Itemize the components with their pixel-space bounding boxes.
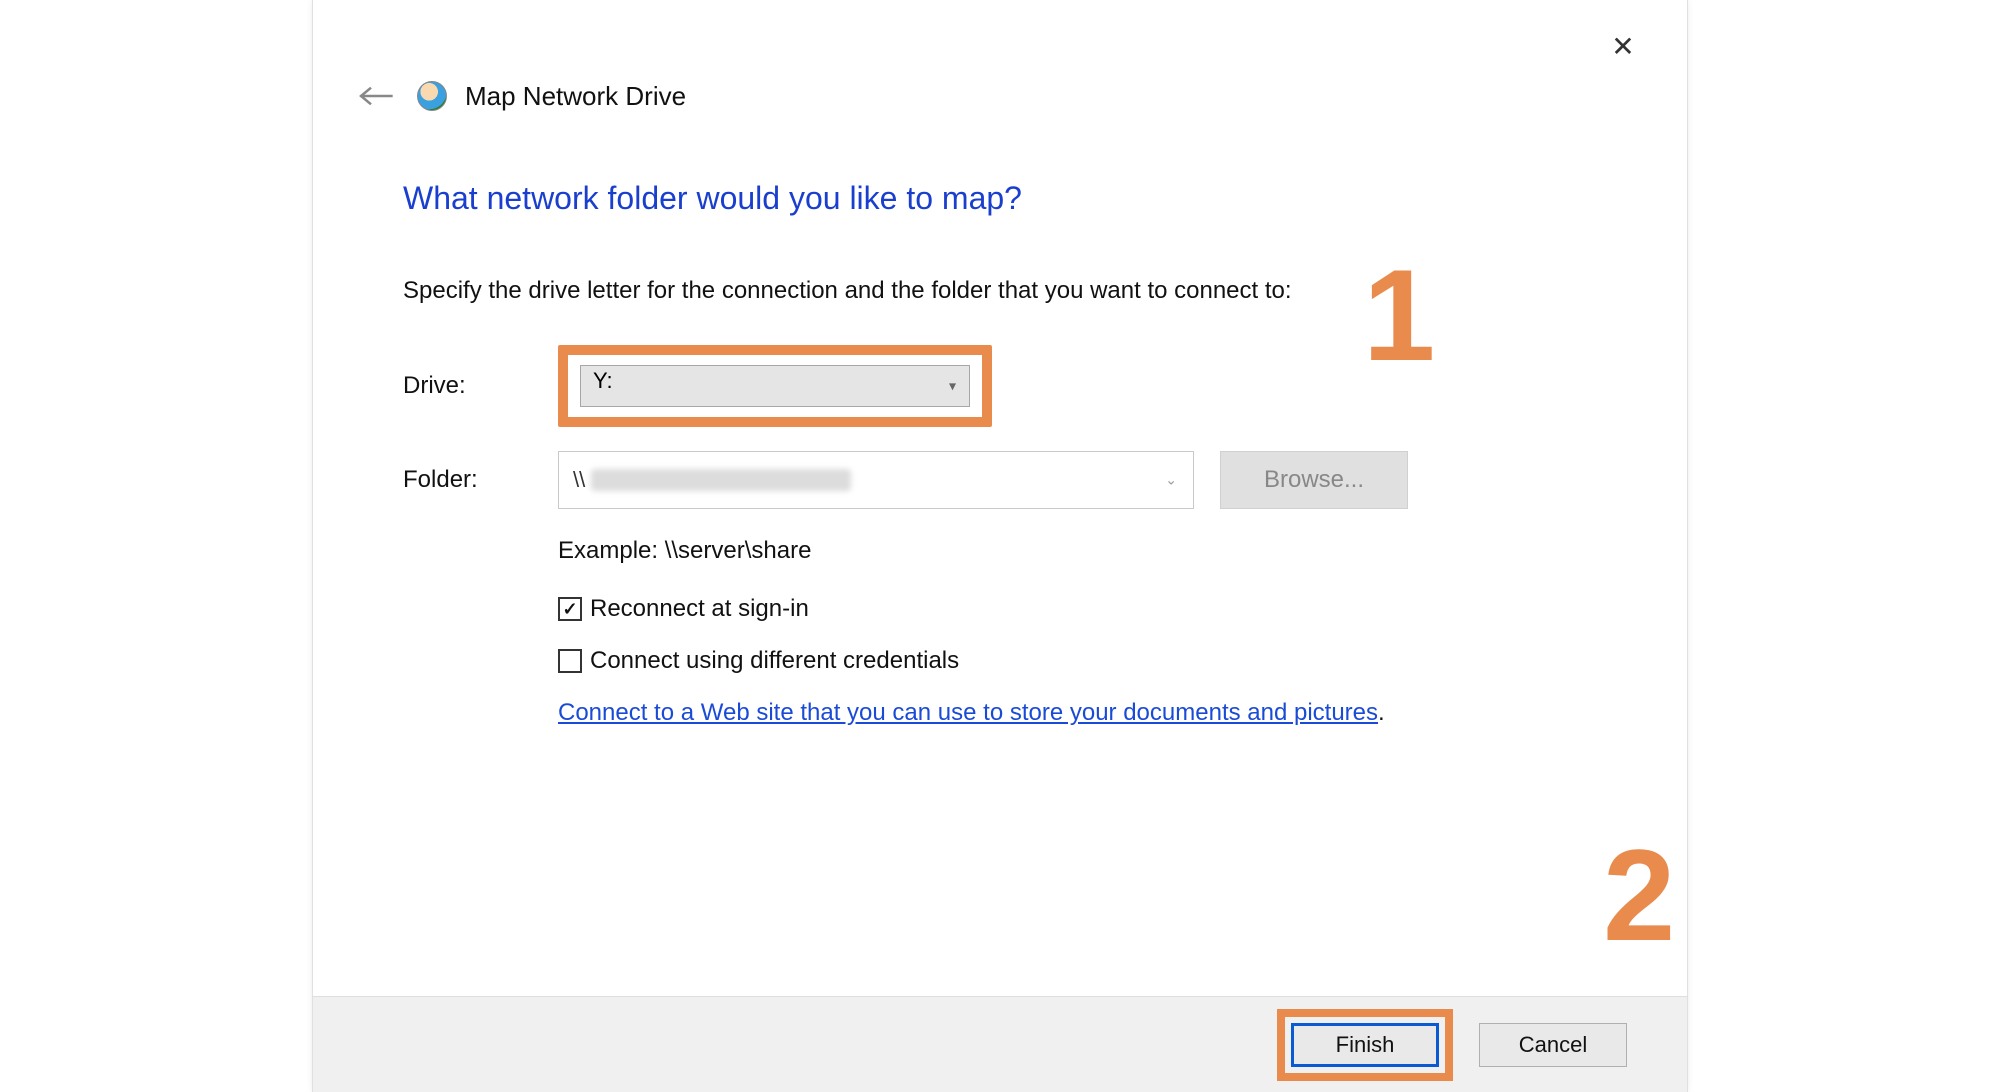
reconnect-row: Reconnect at sign-in: [558, 595, 1597, 623]
finish-highlight-box: Finish: [1277, 1009, 1453, 1081]
close-icon: ✕: [1611, 30, 1634, 63]
website-link-row: Connect to a Web site that you can use t…: [558, 699, 1597, 727]
example-text: Example: \\server\share: [558, 537, 1597, 565]
reconnect-label: Reconnect at sign-in: [590, 595, 809, 623]
close-button[interactable]: ✕: [1599, 22, 1647, 70]
cancel-button[interactable]: Cancel: [1479, 1023, 1627, 1067]
drive-value: Y:: [593, 368, 613, 393]
different-credentials-label: Connect using different credentials: [590, 647, 959, 675]
dialog-header: Map Network Drive: [353, 78, 686, 114]
back-button[interactable]: [353, 78, 399, 114]
drive-highlight-box: Y: ▾: [558, 345, 992, 427]
indented-options: Example: \\server\share Reconnect at sig…: [558, 537, 1597, 727]
folder-label: Folder:: [403, 466, 558, 494]
dialog-footer: Finish Cancel: [313, 996, 1687, 1092]
folder-row: Folder: \\ ⌄ Browse...: [403, 451, 1597, 509]
folder-value-redacted: [591, 469, 851, 491]
folder-prefix: \\: [573, 467, 585, 493]
instruction-text: Specify the drive letter for the connect…: [403, 277, 1597, 305]
chevron-down-icon: ⌄: [1165, 472, 1177, 489]
connect-website-link[interactable]: Connect to a Web site that you can use t…: [558, 699, 1378, 726]
annotation-callout-2: 2: [1603, 830, 1675, 960]
page-heading: What network folder would you like to ma…: [403, 180, 1597, 217]
browse-button[interactable]: Browse...: [1220, 451, 1408, 509]
drive-dropdown[interactable]: Y:: [580, 365, 970, 407]
reconnect-checkbox[interactable]: [558, 597, 582, 621]
dialog-title: Map Network Drive: [465, 81, 686, 112]
drive-label: Drive:: [403, 372, 558, 400]
folder-combobox[interactable]: \\ ⌄: [558, 451, 1194, 509]
map-network-drive-dialog: ✕ Map Network Drive What network folder …: [312, 0, 1688, 1092]
different-credentials-checkbox[interactable]: [558, 649, 582, 673]
page-root: ✕ Map Network Drive What network folder …: [0, 0, 2000, 1092]
different-credentials-row: Connect using different credentials: [558, 647, 1597, 675]
link-period: .: [1378, 699, 1385, 726]
drive-row: Drive: Y: ▾: [403, 345, 1597, 427]
dialog-content: What network folder would you like to ma…: [403, 180, 1597, 727]
network-drive-icon: [417, 81, 447, 111]
finish-button[interactable]: Finish: [1291, 1023, 1439, 1067]
back-arrow-icon: [356, 84, 396, 108]
